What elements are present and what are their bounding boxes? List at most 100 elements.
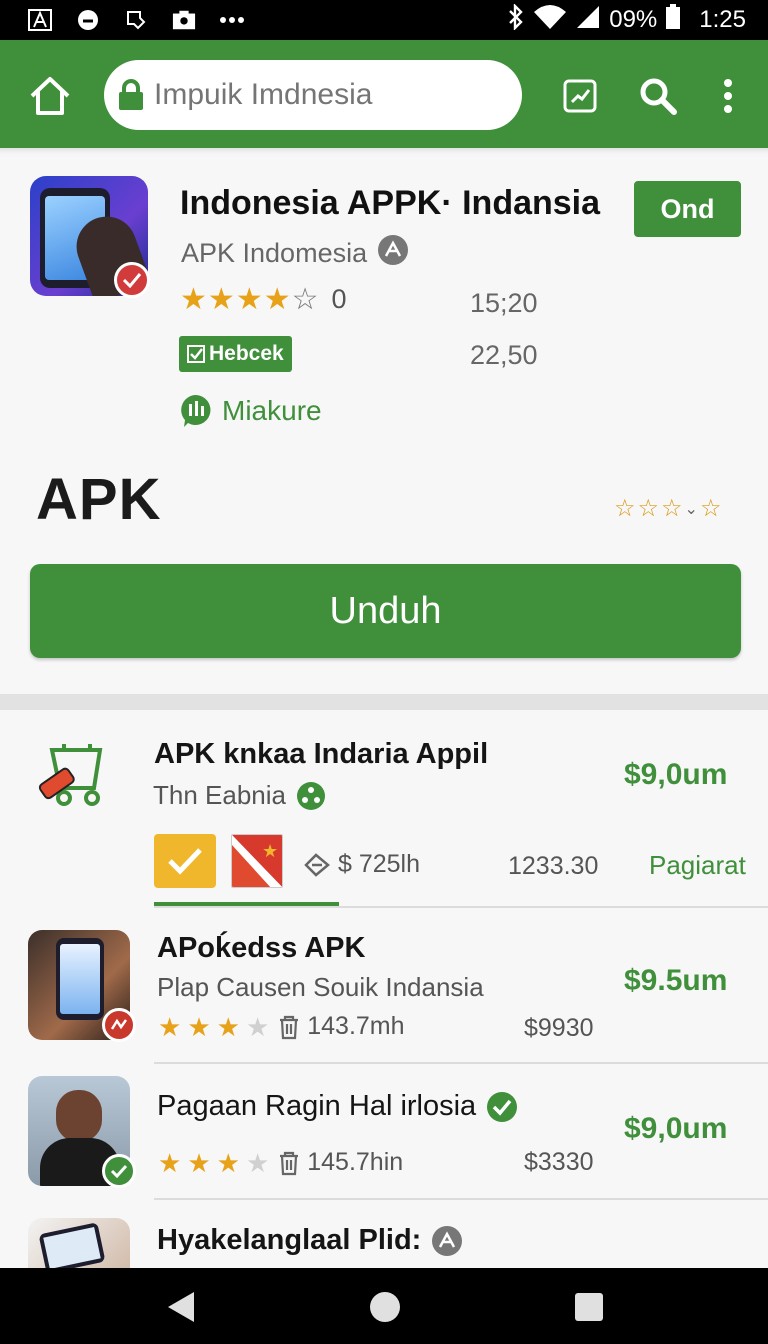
search-input[interactable]: [154, 78, 494, 112]
item-tag-link[interactable]: Pagiarat: [649, 850, 746, 881]
trash-icon: [280, 1015, 299, 1039]
back-triangle-icon: [168, 1292, 194, 1322]
star-filled-icon: ★: [207, 282, 235, 316]
star-filled-icon: ★: [187, 1147, 211, 1178]
battery-icon: [665, 3, 681, 37]
wifi-icon: [533, 4, 567, 37]
item-amount: $9930: [524, 1014, 594, 1042]
item-amount: 1233.30: [508, 852, 599, 880]
open-button[interactable]: Ond: [634, 181, 741, 237]
status-icon: [102, 1008, 136, 1042]
item-thumbnail: [28, 1218, 130, 1270]
rate-this-app[interactable]: ☆ ☆ ☆ ⌄ ☆: [614, 494, 721, 523]
home-button[interactable]: [28, 74, 72, 118]
checkbox-checked-icon[interactable]: [154, 834, 216, 888]
item-title: APoḱedss APK: [157, 932, 366, 964]
globe-icon: [377, 234, 409, 273]
search-box[interactable]: [104, 60, 522, 130]
status-bar: 09% 1:25: [0, 0, 768, 40]
app-tag: Miakure: [180, 394, 322, 428]
star-empty-icon: ☆: [637, 495, 660, 522]
lock-icon: [118, 79, 144, 111]
svg-text:★: ★: [262, 841, 278, 862]
item-price: $9.5um: [624, 964, 728, 997]
rating-count: 0: [331, 284, 347, 314]
check-circle-icon: [487, 1091, 518, 1122]
signal-icon: [575, 4, 601, 37]
trash-icon: [280, 1151, 299, 1175]
clock: 1:25: [699, 6, 746, 33]
row-divider: [154, 1198, 768, 1200]
search-icon: [640, 78, 677, 115]
app-bar: [0, 40, 768, 148]
cart-tag-icon: [38, 740, 114, 810]
star-filled-icon: ★: [187, 1011, 211, 1042]
edit-check-icon: [187, 345, 205, 363]
verified-icon: [114, 262, 150, 298]
star-filled-icon: ★: [158, 1147, 182, 1178]
back-button[interactable]: [164, 1290, 198, 1324]
item-title: Hyakelanglaal Plid:: [157, 1224, 463, 1257]
more-vert-icon: [724, 79, 732, 113]
star-filled-icon: ★: [235, 282, 263, 316]
item-amount: $3330: [524, 1148, 594, 1176]
more-notifications-icon: [220, 9, 244, 31]
row-divider: [154, 906, 768, 908]
star-filled-icon: ★: [216, 1011, 240, 1042]
overflow-menu-button[interactable]: [708, 76, 748, 116]
notification-circle-icon: [76, 9, 100, 31]
star-filled-icon: ★: [180, 282, 207, 316]
bluetooth-icon: [507, 2, 525, 37]
app-title: Indonesia APPK· Indansia: [180, 184, 601, 222]
star-empty-icon: ☆: [291, 282, 319, 316]
star-empty-icon: ★: [245, 1011, 270, 1042]
star-empty-icon: ☆: [699, 495, 722, 522]
rating-stars: ★ ★ ★ ★ ☆ 0: [180, 284, 347, 315]
recents-square-icon: [575, 1293, 603, 1321]
search-button[interactable]: [638, 76, 678, 116]
flag-thumbnail: ★: [231, 834, 283, 888]
notification-a-icon: [28, 9, 52, 31]
checkbox-edit-icon: [563, 79, 597, 113]
apk-heading: APK: [36, 467, 162, 532]
item-subtitle: Plap Causen Souik Indansia: [157, 972, 484, 1002]
verified-icon: [102, 1154, 136, 1188]
network-icon: [296, 781, 325, 810]
category-badge: Hebcek: [179, 336, 292, 372]
home-nav-button[interactable]: [368, 1290, 402, 1324]
section-divider: [0, 694, 768, 710]
star-filled-icon: ★: [263, 282, 291, 316]
item-meta: ★ ★ ★ ★ 143.7mh: [158, 1011, 405, 1042]
star-filled-icon: ★: [158, 1011, 182, 1042]
chevron-down-icon: ⌄: [684, 500, 698, 518]
item-title: APK knkaa Indaria Appil: [154, 738, 489, 770]
recents-button[interactable]: [572, 1290, 606, 1324]
navigation-bar: [0, 1268, 768, 1344]
globe-icon: [432, 1225, 463, 1256]
home-icon: [30, 77, 70, 115]
star-empty-icon: ☆: [614, 495, 636, 522]
row-divider: [154, 1062, 768, 1064]
diamond-tag-icon: [304, 852, 330, 877]
star-empty-icon: ★: [245, 1147, 270, 1178]
app-list: APK knkaa Indaria Appil Thn Eabnia $9,0u…: [0, 710, 768, 1270]
download-button[interactable]: Unduh: [30, 564, 741, 658]
app-stat-2: 22,50: [470, 340, 538, 370]
app-detail-card: Indonesia APPK· Indansia APK Indomesia O…: [0, 148, 768, 694]
notification-camera-icon: [172, 9, 196, 31]
star-empty-icon: ☆: [661, 495, 683, 522]
app-stat-1: 15;20: [470, 288, 538, 318]
item-subtitle: Thn Eabnia: [153, 780, 326, 811]
star-filled-icon: ★: [216, 1147, 240, 1178]
item-price: $9,0um: [624, 758, 728, 791]
bookmark-button[interactable]: [560, 76, 600, 116]
battery-percent: 09%: [609, 6, 658, 33]
screen: 09% 1:25 Impuik Imdnesia Indonesia APPK·…: [0, 0, 768, 1344]
item-price: $9,0um: [624, 1112, 728, 1145]
item-meta: ★ ★ ★ ★ 145.7hin: [158, 1147, 404, 1178]
notification-share-icon: [124, 9, 148, 31]
item-title: Pagaan Ragin Hal irlosia: [157, 1090, 518, 1123]
item-meta: $ 725lh: [302, 850, 420, 879]
app-developer: APK Indomesia: [181, 234, 409, 273]
chart-bubble-icon: [181, 395, 211, 427]
